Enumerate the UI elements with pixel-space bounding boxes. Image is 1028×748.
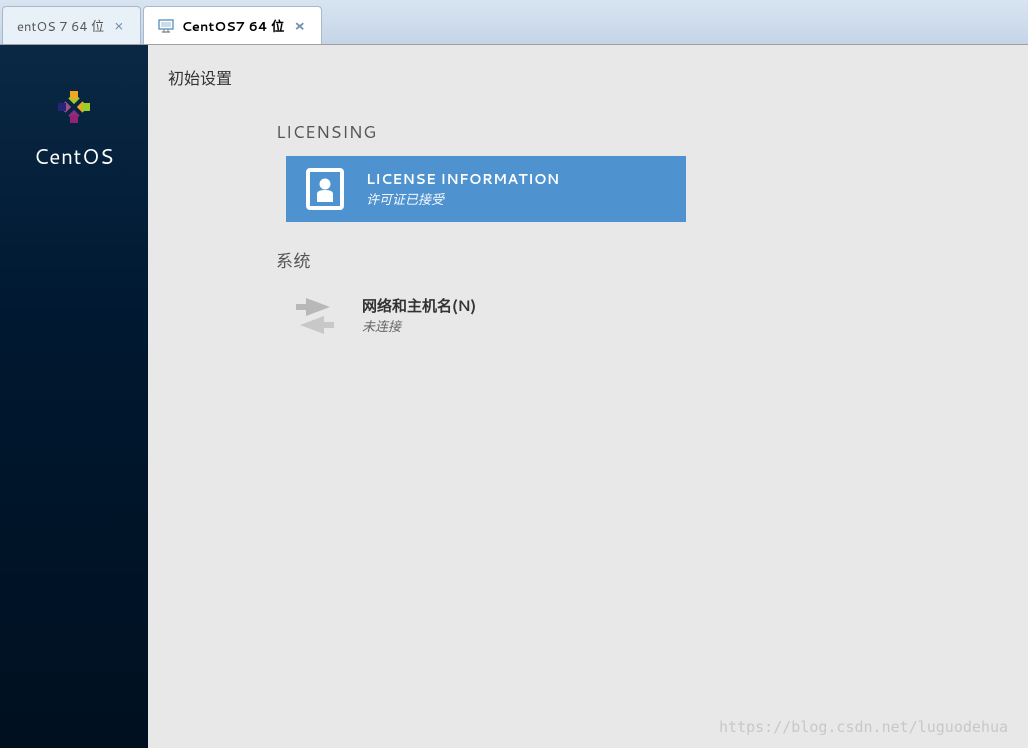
item-title: 网络和主机名(N) bbox=[362, 295, 476, 316]
network-hostname-item[interactable]: 网络和主机名(N) 未连接 bbox=[286, 285, 1028, 345]
network-icon bbox=[286, 290, 344, 340]
license-icon bbox=[302, 166, 348, 212]
sidebar: CentOS bbox=[0, 45, 148, 748]
sidebar-brand: CentOS bbox=[34, 141, 114, 171]
tab-bar: entOS 7 64 位 × CentOS7 64 位 × bbox=[0, 0, 1028, 45]
content-area: 初始设置 LICENSING LICENSE INFORMATION 许可证已接… bbox=[148, 45, 1028, 748]
section-heading-licensing: LICENSING bbox=[148, 120, 1028, 144]
tab-centos7-1[interactable]: entOS 7 64 位 × bbox=[2, 6, 141, 44]
monitor-icon bbox=[158, 18, 174, 34]
item-subtitle: 未连接 bbox=[362, 316, 476, 336]
card-text: LICENSE INFORMATION 许可证已接受 bbox=[366, 169, 560, 209]
card-subtitle: 许可证已接受 bbox=[366, 189, 560, 209]
tab-label: entOS 7 64 位 bbox=[17, 16, 104, 36]
watermark: https://blog.csdn.net/luguodehua bbox=[719, 718, 1008, 736]
card-title: LICENSE INFORMATION bbox=[366, 169, 560, 189]
tab-centos7-2[interactable]: CentOS7 64 位 × bbox=[143, 6, 322, 44]
close-icon[interactable]: × bbox=[292, 15, 307, 36]
item-text: 网络和主机名(N) 未连接 bbox=[362, 295, 476, 336]
centos-logo-icon bbox=[52, 85, 96, 129]
page-title: 初始设置 bbox=[148, 65, 1028, 120]
close-icon[interactable]: × bbox=[112, 15, 126, 36]
section-heading-system: 系统 bbox=[148, 247, 1028, 273]
tab-label: CentOS7 64 位 bbox=[182, 16, 285, 36]
main-container: CentOS 初始设置 LICENSING LICENSE INFORMATIO… bbox=[0, 45, 1028, 748]
license-information-card[interactable]: LICENSE INFORMATION 许可证已接受 bbox=[286, 156, 686, 222]
